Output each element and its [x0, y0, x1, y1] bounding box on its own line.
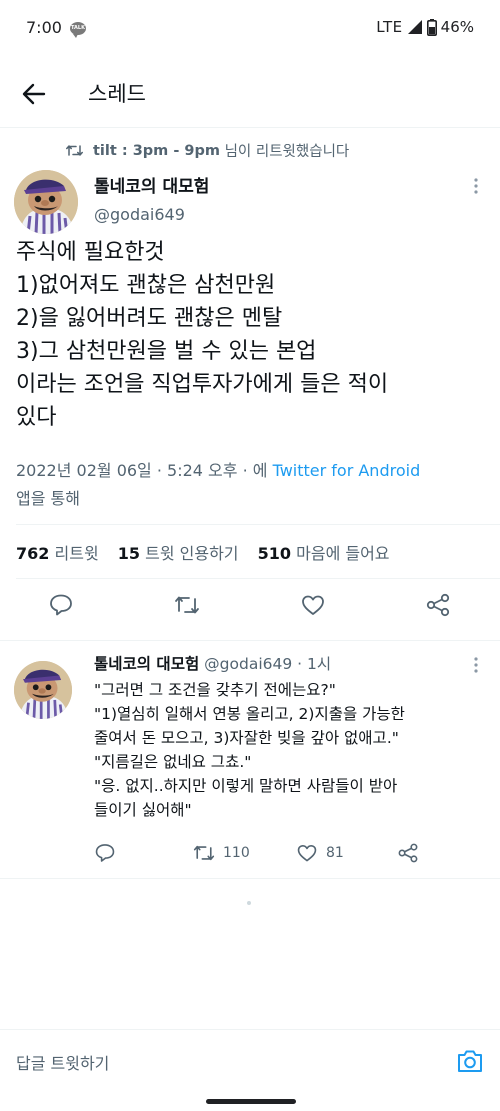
retweet-context-label: 님이 리트윗했습니다 [219, 144, 350, 160]
author-name: 톨네코의 대모험 [94, 177, 210, 197]
status-bar: 7:00 TALK LTE 46% [0, 0, 500, 58]
retweets-label: 리트윗 [54, 544, 99, 563]
tweet-text-line: 1)없어져도 괜찮은 삼천만원 [16, 273, 276, 298]
status-time: 7:00 [26, 18, 62, 37]
author-handle: @godai649 [94, 205, 185, 224]
reply-time: · 1시 [297, 655, 332, 673]
reply-input-placeholder[interactable]: 답글 트윗하기 [16, 1050, 109, 1074]
status-indicators: LTE 46% [376, 18, 474, 36]
divider [0, 878, 500, 879]
reply-share-action[interactable] [397, 842, 419, 864]
network-type: LTE [376, 18, 403, 36]
reply-like-count: 81 [326, 845, 344, 861]
reply-like-action[interactable]: 81 [296, 842, 344, 864]
reply-header: 톨네코의 대모험 @godai649 · 1시 [94, 652, 494, 674]
tweet-actions [0, 592, 500, 628]
likes-stat[interactable]: 510 마음에 들어요 [258, 544, 390, 563]
likes-count: 510 [257, 544, 292, 563]
reply-author-handle: @godai649 [204, 655, 293, 673]
avatar-image [14, 170, 78, 234]
avatar[interactable] [14, 170, 78, 234]
reply-text-line: 들이기 싫어해" [94, 801, 192, 819]
tweet-stats: 762 리트윗 15 트윗 인용하기 510 마음에 들어요 [16, 540, 390, 564]
reply-text-line: "지름길은 없네요 그쵸." [94, 753, 252, 771]
likes-label: 마음에 들어요 [296, 544, 390, 563]
reply-text: "그러면 그 조건을 갖추기 전에는요?" "1)열심히 일해서 연봉 올리고,… [94, 678, 494, 822]
tweet-text-line: 주식에 필요한것 [16, 240, 165, 265]
tweet-author[interactable]: 톨네코의 대모험 @godai649 [94, 172, 209, 224]
reply-author-name: 톨네코의 대모험 [94, 655, 200, 673]
camera-icon[interactable] [456, 1048, 484, 1074]
quotes-count: 15 [117, 544, 141, 563]
tweet-text-line: 이라는 조언을 직업투자가에게 들은 적이 [16, 372, 389, 397]
divider [0, 640, 500, 641]
more-options-icon[interactable] [474, 178, 478, 194]
reply-reply-action[interactable] [94, 842, 116, 864]
tweet-text-line: 있다 [16, 405, 57, 430]
avatar[interactable] [14, 661, 72, 719]
divider [16, 578, 500, 579]
kakaotalk-notification-icon: TALK [70, 22, 86, 38]
reply-actions: 110 81 [0, 842, 500, 870]
reply-text-line: "1)열심히 일해서 연봉 올리고, 2)지출을 가능한 [94, 705, 405, 723]
tweet-text: 주식에 필요한것 1)없어져도 괜찮은 삼천만원 2)을 잃어버려도 괜찮은 멘… [16, 236, 490, 434]
tweet-metadata: 2022년 02월 06일 · 5:24 오후 · 에 Twitter for … [16, 457, 490, 513]
gesture-nav-handle[interactable] [206, 1099, 296, 1104]
quotes-label: 트윗 인용하기 [145, 544, 239, 563]
retweet-icon [66, 145, 83, 156]
avatar-image [14, 661, 72, 719]
tweet-source-link[interactable]: Twitter for Android [273, 461, 421, 480]
share-icon[interactable] [425, 592, 451, 618]
retweets-stat[interactable]: 762 리트윗 [16, 544, 99, 563]
battery-icon [426, 18, 437, 36]
share-icon [398, 843, 418, 863]
reply-compose-bar[interactable]: 답글 트윗하기 [0, 1029, 500, 1089]
retweet-context[interactable]: tilt : 3pm - 9pm 님이 리트윗했습니다 [66, 140, 349, 161]
quotes-stat[interactable]: 15 트윗 인용하기 [118, 544, 239, 563]
tweet-text-line: 2)을 잃어버려도 괜찮은 멘탈 [16, 306, 283, 331]
reply-icon [95, 844, 115, 862]
like-icon[interactable] [300, 592, 326, 618]
retweets-count: 762 [16, 544, 50, 563]
battery-percent: 46% [440, 18, 474, 36]
divider [16, 524, 500, 525]
signal-icon [407, 20, 422, 34]
app-bar: 스레드 [0, 58, 500, 128]
reply-icon[interactable] [48, 592, 74, 618]
page-title: 스레드 [88, 82, 146, 106]
reply-retweet-count: 110 [223, 845, 250, 861]
reply-text-line: "그러면 그 조건을 갖추기 전에는요?" [94, 681, 336, 699]
reply-retweet-action[interactable]: 110 [193, 842, 250, 864]
tweet-source-suffix: 앱을 통해 [16, 489, 80, 508]
reply-text-line: "응. 없지..하지만 이렇게 말하면 사람들이 받아 [94, 777, 398, 795]
retweeter-name: tilt : 3pm - 9pm [93, 142, 220, 159]
tweet-timestamp: 2022년 02월 06일 · 5:24 오후 · 에 [16, 461, 268, 480]
like-icon [297, 845, 317, 862]
reply-tweet[interactable]: 톨네코의 대모험 @godai649 · 1시 "그러면 그 조건을 갖추기 전… [94, 652, 494, 822]
tweet-text-line: 3)그 삼천만원을 벌 수 있는 본업 [16, 339, 317, 364]
retweet-action-icon[interactable] [174, 592, 200, 618]
arrow-left-icon[interactable] [20, 80, 48, 108]
retweet-action-icon [193, 845, 215, 861]
loading-dot [247, 901, 251, 905]
reply-text-line: 줄여서 돈 모으고, 3)자잘한 빚을 갚아 없애고." [94, 729, 399, 747]
